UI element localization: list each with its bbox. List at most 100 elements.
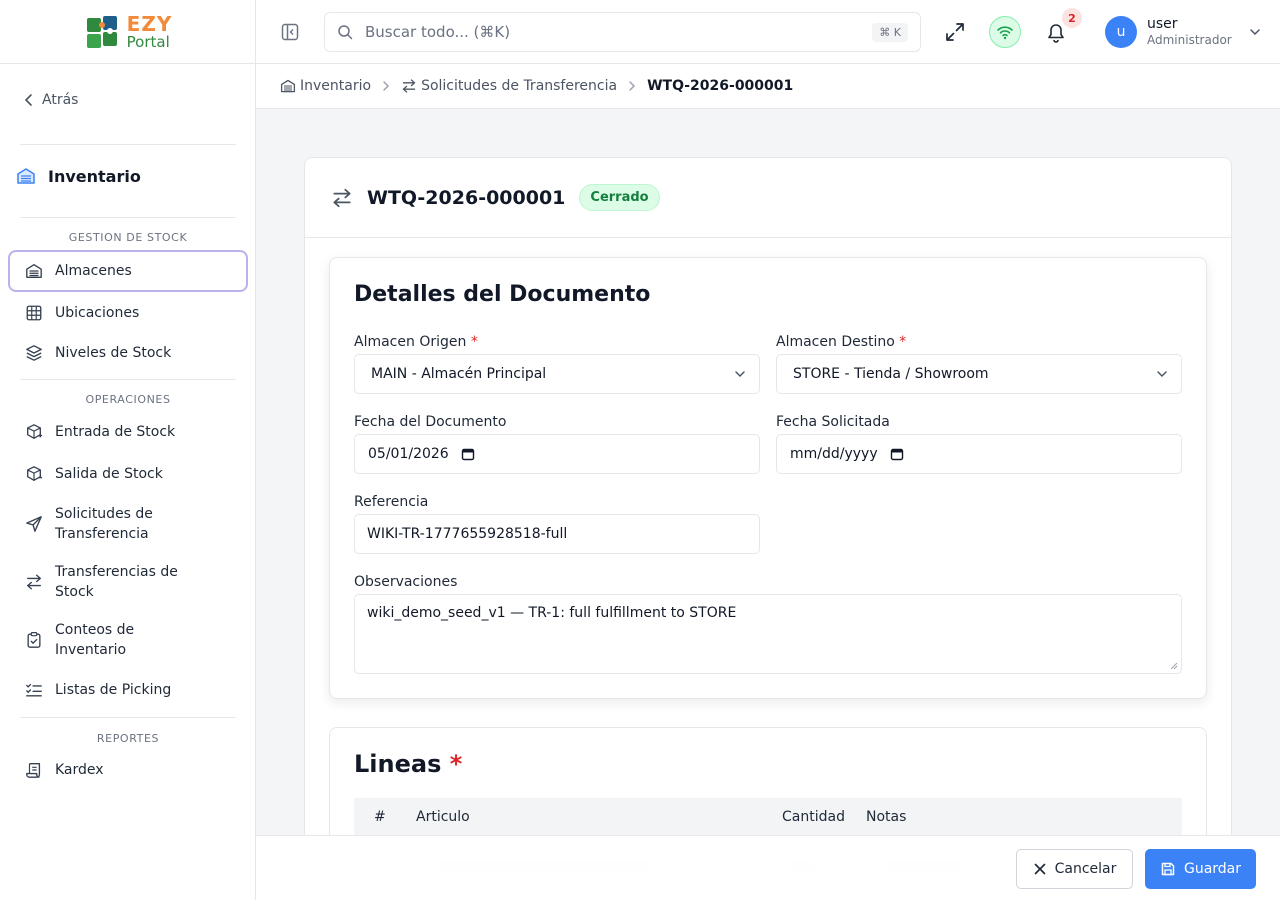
save-icon — [1161, 862, 1175, 876]
clipboard-check-icon — [27, 632, 41, 648]
details-card: Detalles del Documento Almacen Origen * … — [329, 257, 1207, 699]
resize-handle-icon[interactable] — [1170, 662, 1178, 670]
user-name: user — [1147, 16, 1178, 33]
sidebar-item-solicitudes[interactable]: Solicitudes de Transferencia — [8, 503, 248, 545]
sidebar-divider — [20, 217, 236, 218]
connection-status-button[interactable] — [989, 16, 1021, 48]
close-icon — [1034, 863, 1045, 875]
notes-label: Observaciones — [354, 574, 458, 590]
sidebar-item-niveles[interactable]: Niveles de Stock — [8, 342, 248, 364]
chevron-down-icon — [1157, 371, 1167, 378]
warehouse-icon — [280, 79, 296, 93]
notifications-button[interactable] — [1046, 21, 1066, 43]
sidebar-item-label: Salida de Stock — [55, 466, 163, 482]
details-title: Detalles del Documento — [354, 282, 651, 307]
search-icon — [338, 25, 353, 40]
section-title-label: Inventario — [48, 166, 141, 186]
ref-input[interactable]: WIKI-TR-1777655928518-full — [354, 514, 760, 554]
sidebar-item-kardex[interactable]: Kardex — [8, 759, 248, 781]
column-header: Notas — [866, 809, 907, 825]
lines-title: Lineas * — [354, 750, 462, 778]
sidebar-divider — [20, 379, 236, 380]
page-title: WTQ-2026-000001 — [367, 186, 566, 209]
sidebar-item-conteos[interactable]: Conteos de Inventario — [8, 619, 248, 661]
doc-date-value: 05/01/2026 — [368, 446, 449, 462]
origin-select[interactable]: MAIN - Almacén Principal — [354, 354, 760, 394]
arrows-exchange-icon — [27, 574, 41, 590]
breadcrumb-label: Solicitudes de Transferencia — [421, 78, 618, 94]
package-plus-icon — [27, 424, 43, 439]
req-date-label: Fecha Solicitada — [776, 414, 890, 430]
breadcrumb-label: Inventario — [300, 78, 372, 94]
user-role: Administrador — [1147, 33, 1232, 48]
logo-text-top: EZY — [126, 11, 173, 36]
status-badge: Cerrado — [579, 184, 660, 211]
chevron-down-icon — [1249, 29, 1260, 36]
expand-icon — [946, 23, 964, 41]
sidebar-item-almacenes[interactable]: Almacenes — [8, 250, 248, 292]
warehouse-icon — [17, 168, 35, 184]
back-link[interactable]: Atrás — [24, 92, 78, 108]
req-date-value: mm/dd/yyyy — [790, 446, 878, 462]
send-icon — [26, 516, 42, 532]
logo[interactable]: EZY Portal — [0, 0, 255, 64]
column-header: Articulo — [416, 809, 470, 825]
dest-select[interactable]: STORE - Tienda / Showroom — [776, 354, 1182, 394]
column-header: Cantidad — [782, 809, 845, 825]
search-input[interactable] — [365, 23, 873, 41]
notes-value: wiki_demo_seed_v1 — TR-1: full fulfillme… — [367, 605, 737, 621]
sidebar-item-ubicaciones[interactable]: Ubicaciones — [8, 302, 248, 324]
sidebar-item-salida[interactable]: Salida de Stock — [8, 463, 248, 485]
scroll-icon — [26, 763, 41, 778]
form-footer: Cancelar Guardar — [256, 835, 1280, 900]
logo-text-bottom: Portal — [126, 32, 170, 51]
sidebar-item-label: Almacenes — [55, 263, 132, 279]
sidebar-toggle-button[interactable] — [280, 22, 300, 42]
list-checks-icon — [26, 683, 42, 697]
back-link-label: Atrás — [42, 92, 79, 108]
package-minus-icon — [27, 466, 43, 481]
search-shortcut-hint: ⌘ K — [872, 22, 908, 42]
required-mark: * — [470, 334, 478, 350]
save-button-label: Guardar — [1183, 861, 1242, 877]
sidebar-section-title: Inventario — [16, 166, 141, 186]
fullscreen-button[interactable] — [944, 21, 966, 43]
sidebar-item-transferencias[interactable]: Transferencias de Stock — [8, 561, 248, 603]
sidebar-item-label: Entrada de Stock — [55, 424, 176, 440]
sidebar-item-picking[interactable]: Listas de Picking — [8, 679, 248, 701]
arrows-exchange-icon — [402, 79, 416, 93]
chevron-right-icon — [625, 79, 639, 93]
sidebar-item-label-line2: Stock — [55, 584, 94, 600]
notification-count-badge: 2 — [1062, 8, 1082, 28]
sidebar-divider — [20, 717, 236, 718]
breadcrumb-solicitudes[interactable]: Solicitudes de Transferencia — [401, 78, 617, 94]
notes-textarea[interactable]: wiki_demo_seed_v1 — TR-1: full fulfillme… — [354, 594, 1182, 674]
doc-date-input[interactable]: 05/01/2026 — [354, 434, 760, 474]
sidebar: EZY Portal Atrás Inventario GESTION DE S… — [0, 0, 256, 900]
user-menu[interactable]: u user Administrador — [1105, 16, 1262, 48]
sidebar-item-label: Kardex — [55, 762, 104, 778]
sidebar-item-label-line2: Transferencia — [55, 526, 149, 542]
required-mark: * — [449, 750, 463, 778]
sidebar-item-entrada[interactable]: Entrada de Stock — [8, 421, 248, 443]
warehouse-icon — [26, 264, 42, 278]
sidebar-item-label: Niveles de Stock — [55, 345, 172, 361]
group-label-operaciones: OPERACIONES — [85, 393, 171, 406]
lines-table-header: # Articulo Cantidad Notas — [354, 798, 1182, 838]
dest-label: Almacen Destino * — [776, 334, 906, 350]
chevron-left-icon — [24, 94, 32, 106]
avatar: u — [1105, 16, 1137, 48]
calendar-icon — [461, 448, 474, 461]
req-date-input[interactable]: mm/dd/yyyy — [776, 434, 1182, 474]
layers-icon — [26, 345, 42, 361]
search-bar[interactable]: ⌘ K — [324, 12, 921, 52]
breadcrumb: Inventario Solicitudes de Transferencia … — [256, 64, 1280, 109]
sidebar-item-label-line1: Solicitudes de — [55, 506, 153, 522]
topbar: ⌘ K 2 u user Administrador — [256, 0, 1280, 64]
origin-select-value: MAIN - Almacén Principal — [371, 366, 547, 382]
breadcrumb-inventario[interactable]: Inventario — [280, 78, 371, 94]
wifi-icon — [997, 26, 1013, 40]
save-button[interactable]: Guardar — [1145, 849, 1256, 889]
group-label-gestion: GESTION DE STOCK — [68, 231, 188, 244]
cancel-button[interactable]: Cancelar — [1016, 849, 1133, 889]
